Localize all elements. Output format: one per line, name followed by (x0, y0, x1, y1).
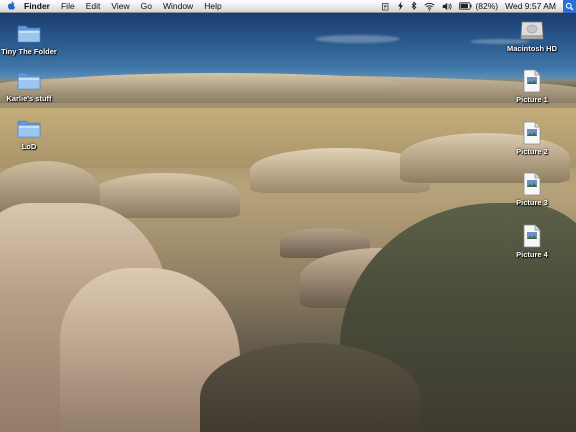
hard-drive-icon (519, 17, 545, 43)
wallpaper-cloud (315, 35, 400, 43)
wifi-icon[interactable] (424, 0, 435, 13)
menu-window[interactable]: Window (163, 1, 193, 11)
desktop-icon-picture-4[interactable]: Picture 4 (497, 223, 567, 259)
desktop-wallpaper (0, 13, 576, 432)
desktop-icon-label: Picture 1 (516, 95, 548, 104)
desktop-icon-label: LoD (21, 142, 37, 151)
apple-icon[interactable] (7, 1, 16, 11)
desktop-icon-lod[interactable]: LoD (0, 115, 64, 151)
desktop-icon-label: Picture 2 (516, 147, 548, 156)
menu-bar: Finder File Edit View Go Window Help (82… (0, 0, 576, 13)
desktop-icon-tiny-the-folder[interactable]: Tiny The Folder (0, 20, 64, 56)
desktop-icon-picture-1[interactable]: Picture 1 (497, 68, 567, 104)
desktop-icon-label: Tiny The Folder (1, 47, 57, 56)
battery-percent[interactable]: (82%) (475, 1, 498, 11)
folder-icon (16, 20, 42, 46)
menu-view[interactable]: View (111, 1, 129, 11)
menu-extras: (82%) Wed 9:57 AM (381, 0, 576, 13)
desktop-icon-macintosh-hd[interactable]: Macintosh HD (497, 17, 567, 53)
script-icon[interactable] (381, 0, 390, 13)
desktop-icon-label: Karlie's stuff (6, 94, 52, 103)
menu-edit[interactable]: Edit (86, 1, 101, 11)
sync-icon[interactable] (397, 0, 404, 13)
desktop-icon-picture-3[interactable]: Picture 3 (497, 171, 567, 207)
volume-icon[interactable] (442, 0, 452, 13)
desktop-icon-label: Picture 4 (516, 250, 548, 259)
battery-icon[interactable] (459, 0, 472, 13)
menu-finder[interactable]: Finder (24, 1, 50, 11)
spotlight-icon[interactable] (563, 0, 576, 13)
folder-icon (16, 67, 42, 93)
desktop-icon-karlies-stuff[interactable]: Karlie's stuff (0, 67, 64, 103)
wallpaper-ridge (40, 73, 400, 95)
menu-file[interactable]: File (61, 1, 75, 11)
desktop-icon-label: Macintosh HD (506, 44, 557, 53)
desktop-icon-picture-2[interactable]: Picture 2 (497, 120, 567, 156)
folder-icon (16, 115, 42, 141)
menu-help[interactable]: Help (204, 1, 221, 11)
png-file-icon (519, 120, 545, 146)
png-file-icon (519, 223, 545, 249)
menu-go[interactable]: Go (141, 1, 152, 11)
png-file-icon (519, 68, 545, 94)
bluetooth-icon[interactable] (411, 0, 417, 13)
menu-clock[interactable]: Wed 9:57 AM (505, 1, 556, 11)
desktop-icon-label: Picture 3 (516, 198, 548, 207)
png-file-icon (519, 171, 545, 197)
